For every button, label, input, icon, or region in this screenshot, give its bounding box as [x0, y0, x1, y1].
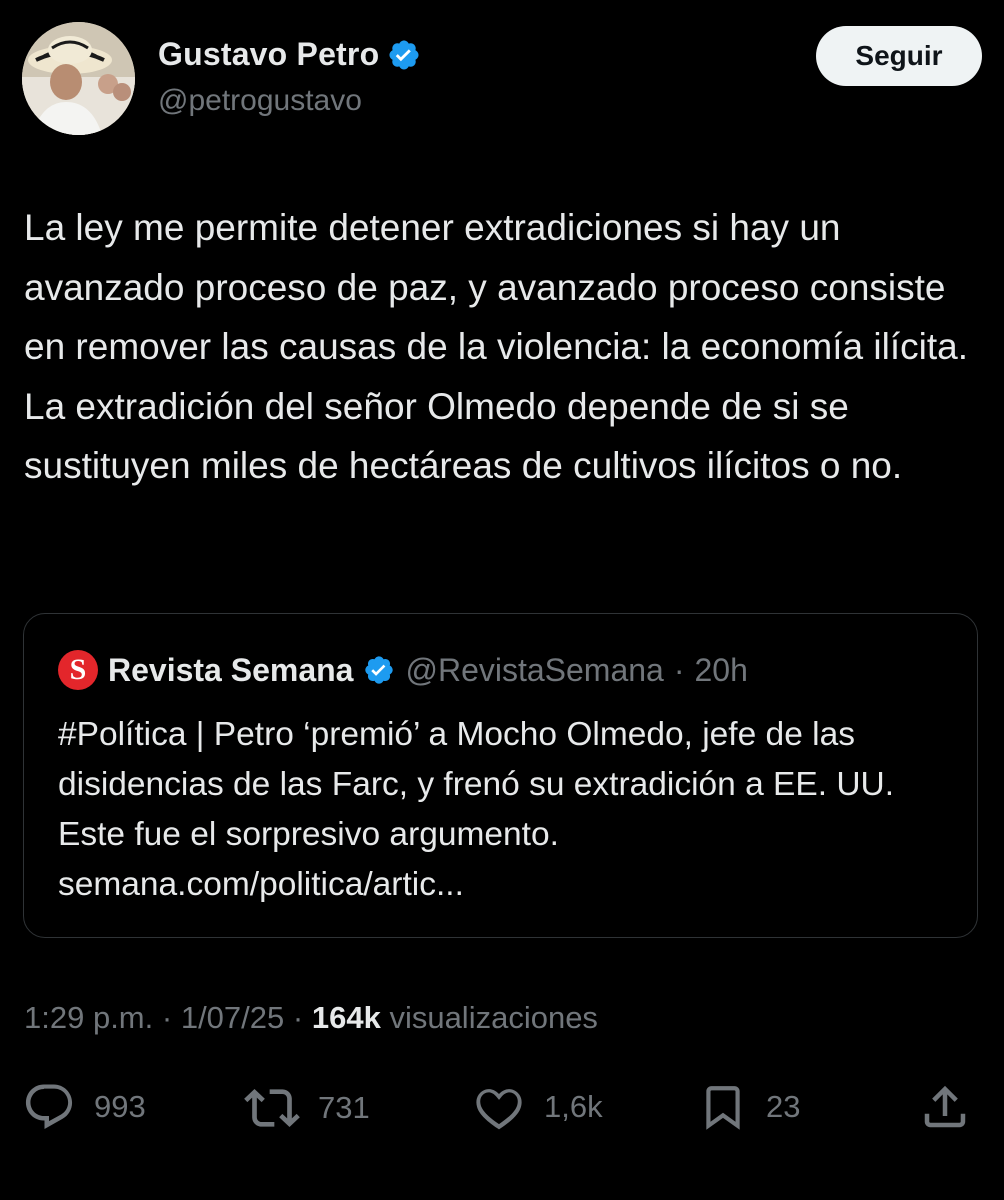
tweet-text: La ley me permite detener extradiciones …	[24, 207, 979, 486]
retweet-button[interactable]: 731	[244, 1080, 370, 1136]
reply-button[interactable]: 993	[22, 1080, 146, 1134]
reply-count: 993	[94, 1089, 146, 1124]
bookmark-count: 23	[766, 1089, 801, 1124]
reply-icon	[25, 1084, 73, 1129]
quoted-timestamp[interactable]: 20h	[695, 652, 748, 689]
heart-icon	[476, 1089, 522, 1130]
quoted-author-name[interactable]: Revista Semana	[108, 652, 353, 689]
avatar[interactable]	[22, 22, 135, 135]
retweet-icon	[244, 1089, 300, 1127]
like-button[interactable]: 1,6k	[472, 1080, 603, 1134]
retweet-count: 731	[318, 1090, 370, 1125]
tweet-actions: 993 731 1,6k 23	[22, 1080, 972, 1140]
author-display-name[interactable]: Gustavo Petro	[158, 36, 379, 73]
meta-separator: ·	[292, 1000, 304, 1035]
author-handle[interactable]: @petrogustavo	[158, 84, 362, 118]
meta-separator: ·	[161, 1000, 173, 1035]
quoted-separator: ·	[673, 651, 685, 688]
tweet-date[interactable]: 1/07/25	[181, 1000, 284, 1035]
verified-badge-icon	[387, 38, 421, 72]
quoted-tweet-text: #Política | Petro ‘premió’ a Mocho Olmed…	[58, 716, 895, 903]
views-label: visualizaciones	[389, 1000, 598, 1035]
quoted-author-handle[interactable]: @RevistaSemana	[405, 652, 663, 689]
semana-logo-icon: S	[58, 650, 98, 690]
tweet-meta: 1:29 p.m. · 1/07/25 · 164k visualizacion…	[24, 1000, 598, 1036]
bookmark-icon	[706, 1086, 740, 1130]
avatar-photo	[22, 22, 135, 135]
bookmark-button[interactable]: 23	[698, 1080, 800, 1134]
tweet-time[interactable]: 1:29 p.m.	[24, 1000, 153, 1035]
verified-badge-icon	[363, 654, 395, 686]
author-name-row: Gustavo Petro	[158, 36, 421, 73]
share-icon	[924, 1085, 966, 1128]
tweet-header: Gustavo Petro @petrogustavo Seguir	[22, 22, 982, 138]
quoted-tweet-header: S Revista Semana @RevistaSemana · 20h	[58, 650, 748, 690]
follow-button[interactable]: Seguir	[816, 26, 982, 86]
like-count: 1,6k	[544, 1089, 603, 1124]
share-button[interactable]	[918, 1080, 972, 1134]
views-count: 164k	[311, 1000, 381, 1035]
quoted-tweet-card[interactable]: S Revista Semana @RevistaSemana · 20h #P…	[23, 613, 978, 938]
